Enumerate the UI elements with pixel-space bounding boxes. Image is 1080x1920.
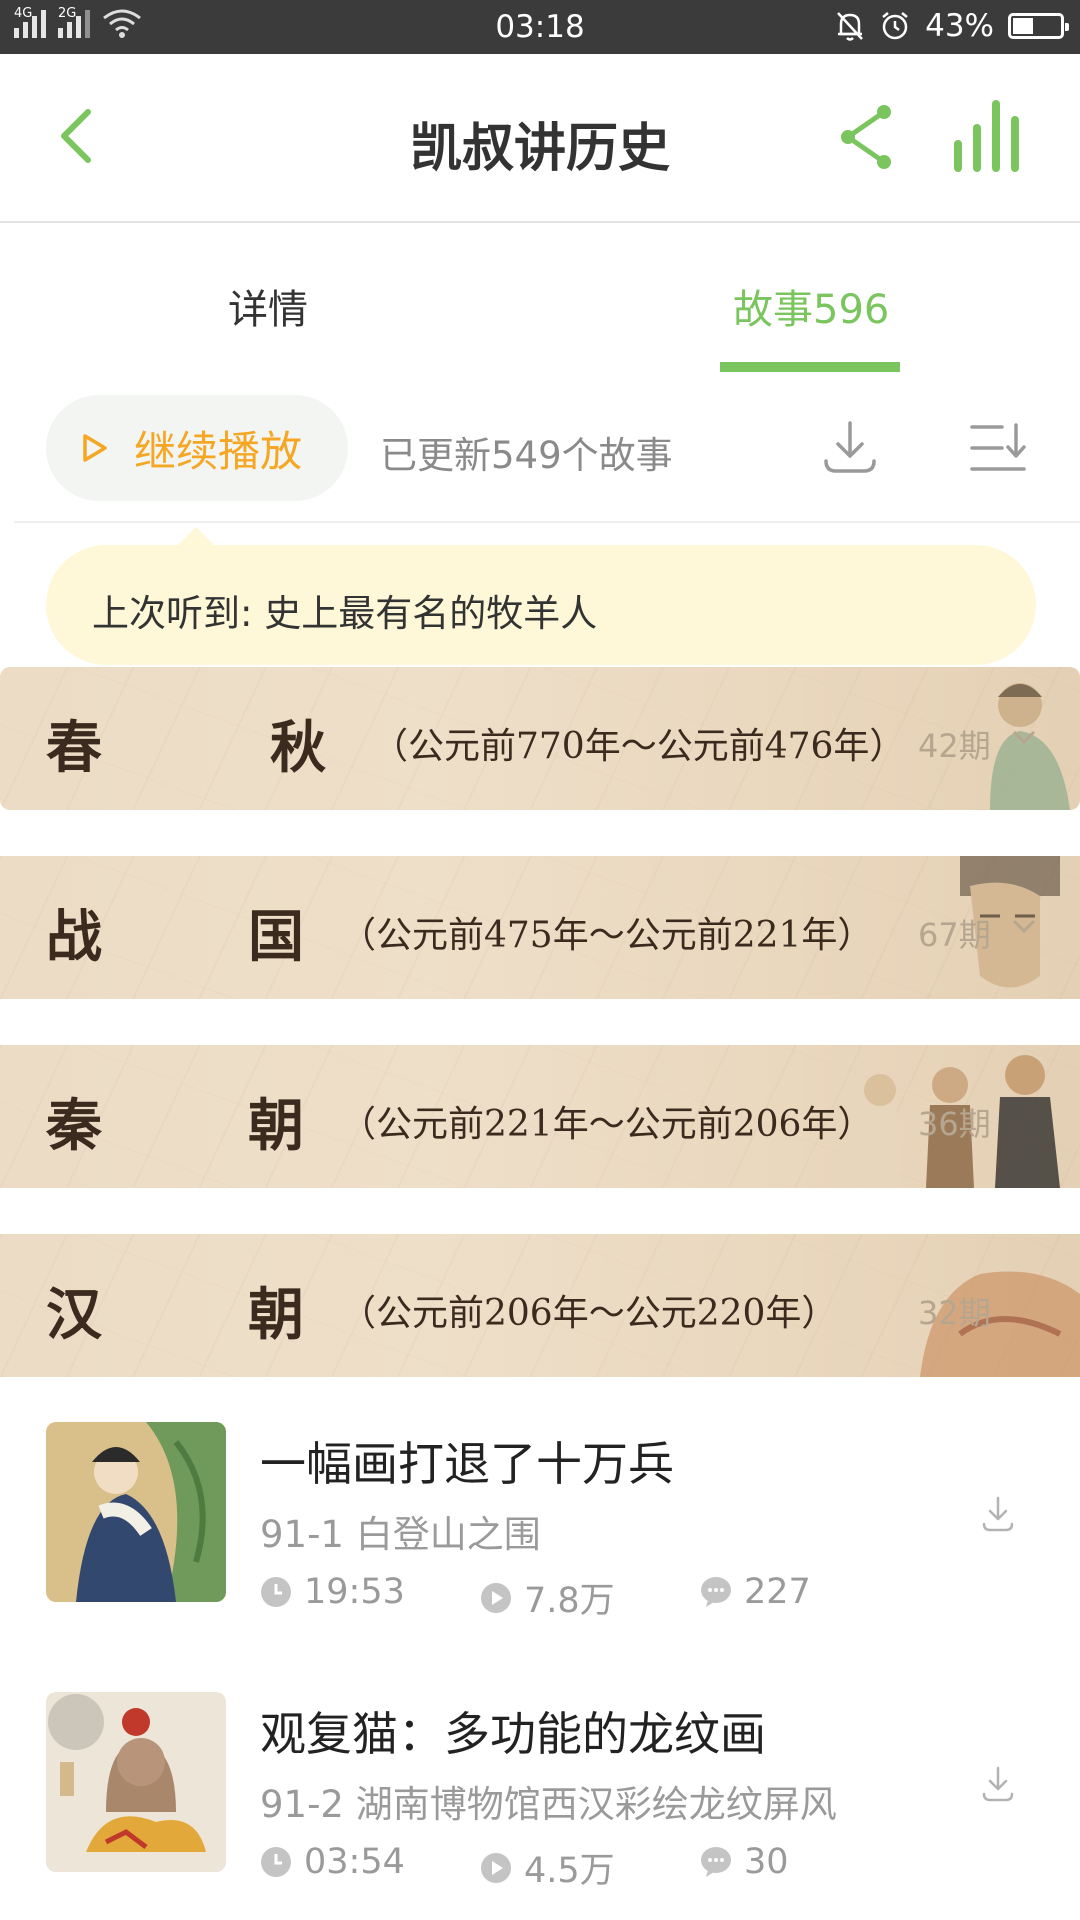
- era-banner-zhanguo[interactable]: 战 国 （公元前475年～公元前221年） 67期: [0, 856, 1080, 999]
- episode-count: 67期: [918, 916, 991, 954]
- duration-text: 19:53: [304, 1572, 405, 1612]
- continue-play-button[interactable]: 继续播放: [46, 395, 348, 501]
- battery-icon: [1008, 13, 1069, 39]
- era-name-char-2: 国: [248, 904, 304, 970]
- comment-count-text: 227: [744, 1572, 811, 1612]
- action-row: 继续播放 已更新549个故事: [0, 395, 1080, 505]
- era-banner-han[interactable]: 汉 朝 （公元前206年～公元220年） 32期: [0, 1234, 1080, 1377]
- tab-details[interactable]: 详情: [228, 277, 308, 335]
- play-count-icon: [481, 1852, 511, 1883]
- play-count: 7.8万: [480, 1572, 615, 1623]
- continue-play-label: 继续播放: [134, 426, 303, 476]
- story-meta: 19:53 7.8万 227: [260, 1572, 820, 1621]
- era-date-range: （公元前770年～公元前476年）: [372, 726, 906, 767]
- sort-icon[interactable]: [968, 421, 1028, 475]
- story-list-item[interactable]: 一幅画打退了十万兵 91-1 白登山之围 19:53 7.8万 227: [0, 1422, 1080, 1662]
- duration: 03:54: [260, 1842, 405, 1882]
- play-count-icon: [481, 1582, 511, 1613]
- era-name-char-2: 朝: [248, 1282, 304, 1348]
- share-icon[interactable]: [838, 102, 896, 172]
- era-date-range: （公元前206年～公元220年）: [340, 1293, 838, 1334]
- chevron-down-icon: [1012, 730, 1036, 745]
- battery-percent: 43%: [925, 8, 994, 44]
- download-icon[interactable]: [980, 1494, 1016, 1534]
- play-count-text: 7.8万: [524, 1581, 615, 1621]
- updated-count-text: 已更新549个故事: [380, 434, 673, 477]
- now-playing-bars-icon[interactable]: [952, 94, 1032, 174]
- divider: [14, 521, 1080, 523]
- clock-icon: [261, 1577, 291, 1607]
- duration-text: 03:54: [304, 1842, 405, 1882]
- duration: 19:53: [260, 1572, 405, 1612]
- episode-count: 42期: [918, 727, 991, 765]
- last-heard-tooltip[interactable]: 上次听到: 史上最有名的牧羊人: [46, 527, 1036, 665]
- download-icon[interactable]: [820, 417, 880, 477]
- era-banner-qin[interactable]: 秦 朝 （公元前221年～公元前206年） 36期: [0, 1045, 1080, 1188]
- era-name-char-1: 战: [46, 904, 102, 970]
- status-bar: 4G 2G 03:18 43%: [0, 0, 1080, 54]
- era-name-char-1: 春: [46, 715, 102, 781]
- era-name-char-1: 秦: [46, 1093, 102, 1159]
- story-meta: 03:54 4.5万 30: [260, 1842, 820, 1891]
- story-title: 观复猫：多功能的龙纹画: [260, 1707, 766, 1761]
- story-thumbnail: [46, 1422, 226, 1602]
- comment-count: 30: [700, 1842, 789, 1882]
- top-nav-bar: 凯叔讲历史: [0, 54, 1080, 223]
- era-name-char-2: 秋: [270, 715, 326, 781]
- era-name-char-1: 汉: [46, 1282, 102, 1348]
- notification-off-icon: [837, 12, 864, 41]
- story-thumbnail: [46, 1692, 226, 1872]
- status-right: 43%: [835, 8, 1069, 44]
- era-date-range: （公元前475年～公元前221年）: [340, 915, 874, 956]
- story-subtitle: 91-2 湖南博物馆西汉彩绘龙纹屏风: [260, 1783, 837, 1826]
- last-heard-text: 上次听到: 史上最有名的牧羊人: [92, 592, 598, 635]
- story-subtitle: 91-1 白登山之围: [260, 1513, 541, 1556]
- era-banner-chunqiu[interactable]: 春 秋 （公元前770年～公元前476年） 42期: [0, 667, 1080, 810]
- episode-count: 36期: [918, 1105, 991, 1143]
- clock-icon: [261, 1847, 291, 1877]
- play-icon: [83, 434, 107, 462]
- active-tab-indicator: [720, 362, 900, 372]
- page-title: 凯叔讲历史: [409, 119, 670, 179]
- era-name-char-2: 朝: [248, 1093, 304, 1159]
- era-date-range: （公元前221年～公元前206年）: [340, 1104, 874, 1145]
- story-title: 一幅画打退了十万兵: [260, 1437, 674, 1491]
- tab-bar: 详情 故事596: [0, 225, 1080, 375]
- comment-icon: [701, 1847, 731, 1877]
- comment-count-text: 30: [744, 1842, 789, 1882]
- comment-count: 227: [700, 1572, 811, 1612]
- story-list-item[interactable]: 观复猫：多功能的龙纹画 91-2 湖南博物馆西汉彩绘龙纹屏风 03:54 4.5…: [0, 1692, 1080, 1920]
- play-count-text: 4.5万: [524, 1851, 615, 1891]
- alarm-icon: [882, 12, 908, 40]
- download-icon[interactable]: [980, 1764, 1016, 1804]
- play-count: 4.5万: [480, 1842, 615, 1893]
- tab-stories[interactable]: 故事596: [733, 277, 889, 335]
- chevron-down-icon: [1012, 919, 1036, 934]
- episode-count: 32期: [918, 1294, 991, 1332]
- comment-icon: [701, 1577, 731, 1607]
